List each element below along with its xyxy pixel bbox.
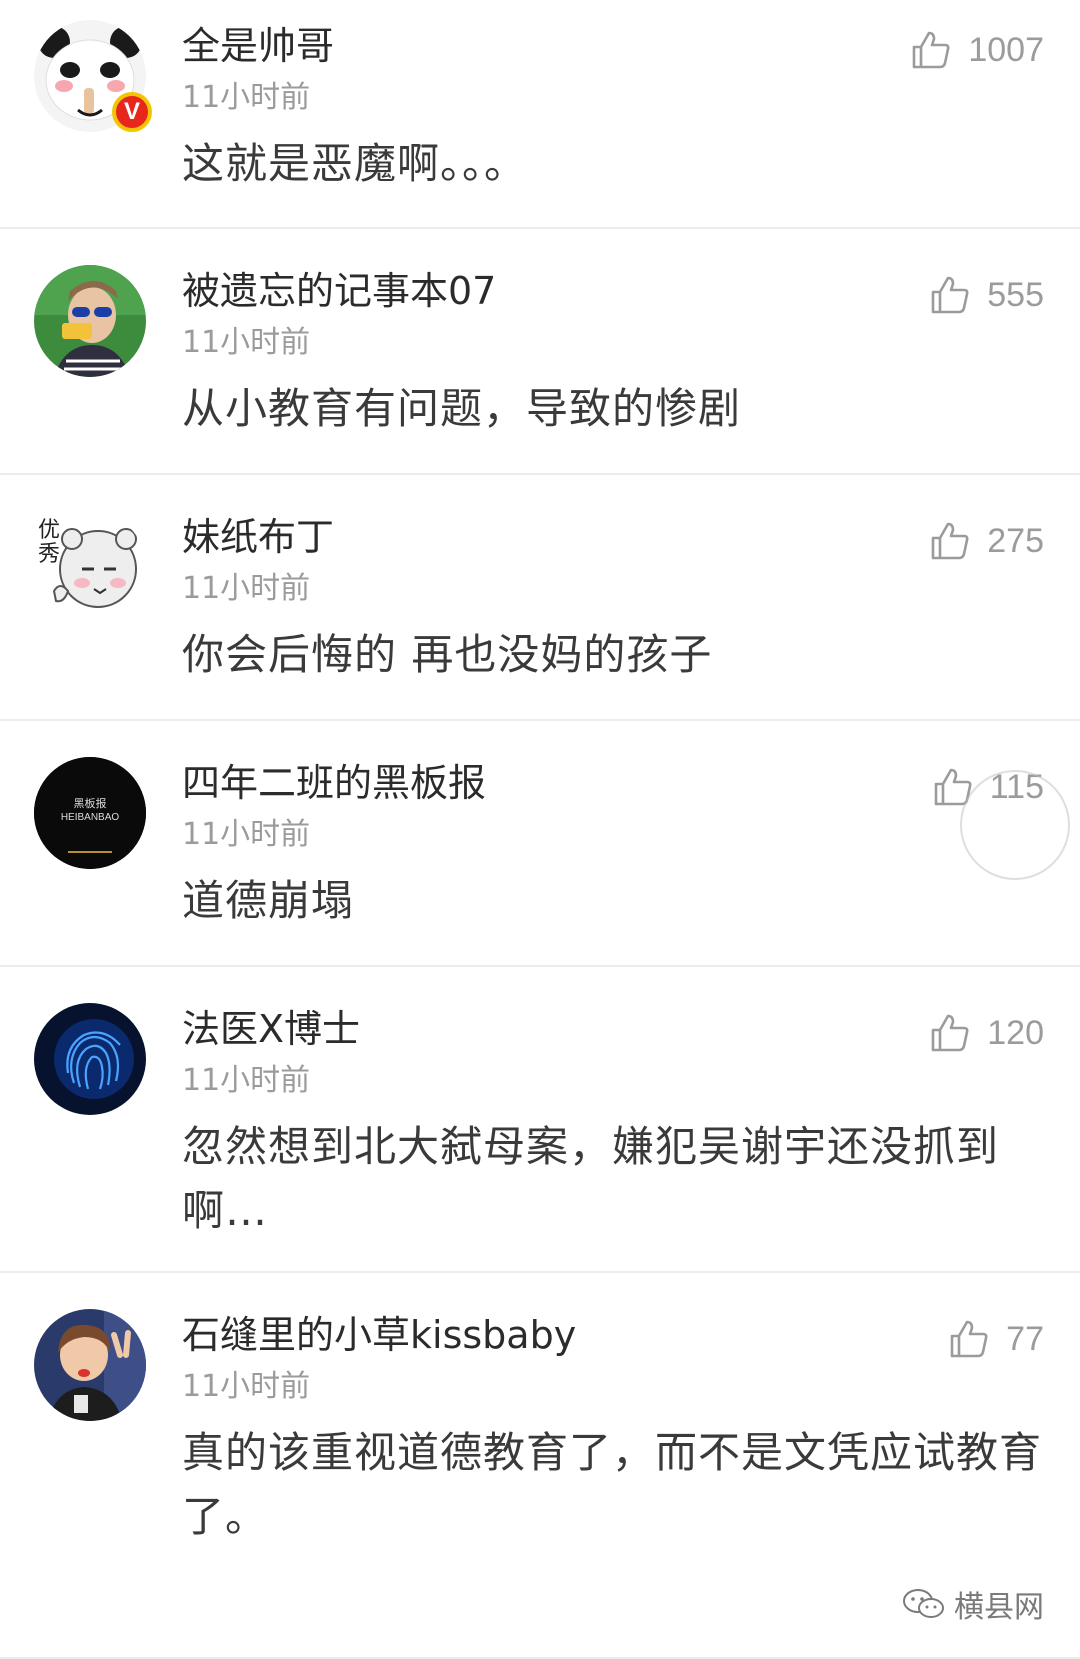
avatar[interactable] [34,1003,146,1115]
like-count: 77 [1006,1319,1044,1358]
comment-text: 从小教育有问题，导致的惨剧 [182,384,742,433]
comment-item: 黑板报 HEIBANBAO 四年二班的黑板报 11小时前 道德崩塌 115 [0,721,1080,967]
avatar[interactable]: 黑板报 HEIBANBAO [34,757,146,869]
comment-time: 11小时前 [182,325,311,360]
comment-username[interactable]: 全是帅哥 [182,22,334,70]
thumbs-up-icon [929,274,971,316]
fingerprint-avatar [34,1003,146,1115]
child-photo-avatar [34,1309,146,1421]
comment-text: 你会后悔的 再也没妈的孩子 [182,630,713,679]
like-button[interactable]: 77 [948,1315,1044,1363]
wechat-watermark: 横县网 [902,1584,1044,1625]
watermark-label: 横县网 [954,1590,1044,1625]
comment-text: 忽然想到北大弑母案，嫌犯吴谢宇还没抓到啊… [182,1122,1000,1235]
comment-time: 11小时前 [182,817,311,852]
comment-username[interactable]: 法医X博士 [182,1005,360,1053]
comment-text: 真的该重视道德教育了，而不是文凭应试教育了。 [182,1428,1043,1541]
comment-username[interactable]: 四年二班的黑板报 [182,759,486,807]
avatar-logo-subtext: HEIBANBAO [60,812,120,823]
avatar-logo-text: 黑板报 [73,797,107,810]
avatar-handwritten-text: 优秀 [38,518,61,567]
like-button[interactable]: 1007 [910,26,1044,74]
like-count: 275 [987,521,1044,560]
thumbs-up-icon [948,1318,990,1360]
wechat-icon [903,1589,944,1618]
comment-time: 11小时前 [182,1369,311,1404]
comment-item: V 全是帅哥 11小时前 这就是恶魔啊。。。 1007 [0,0,1080,229]
like-count: 555 [987,275,1044,314]
comment-time: 11小时前 [182,80,311,115]
comment-item: 法医X博士 11小时前 忽然想到北大弑母案，嫌犯吴谢宇还没抓到啊… 120 [0,967,1080,1273]
comment-time: 11小时前 [182,1063,311,1098]
comment-item: 被遗忘的记事本07 11小时前 从小教育有问题，导致的惨剧 555 [0,229,1080,475]
like-count: 1007 [968,30,1044,69]
man-sunglasses-avatar [34,265,146,377]
like-button[interactable]: 555 [929,271,1044,319]
comment-text: 道德崩塌 [182,876,355,925]
comment-username[interactable]: 石缝里的小草kissbaby [182,1311,576,1359]
comment-item: 优秀 妹纸布丁 11小时前 你会后悔的 再也没妈的孩子 275 [0,475,1080,721]
thumbs-up-icon [929,1012,971,1054]
avatar[interactable] [34,1309,146,1421]
like-count: 120 [987,1013,1044,1052]
comment-text: 这就是恶魔啊。。。 [182,139,528,188]
comment-username[interactable]: 妹纸布丁 [182,513,334,561]
comment-time: 11小时前 [182,571,311,606]
thumbs-up-icon [929,520,971,562]
watermark-stamp-icon [960,770,1070,880]
like-button[interactable]: 120 [929,1009,1044,1057]
avatar[interactable] [34,265,146,377]
thumbs-up-icon [910,29,952,71]
comment-username[interactable]: 被遗忘的记事本07 [182,267,496,315]
like-button[interactable]: 275 [929,517,1044,565]
verified-badge-icon: V [112,92,152,132]
